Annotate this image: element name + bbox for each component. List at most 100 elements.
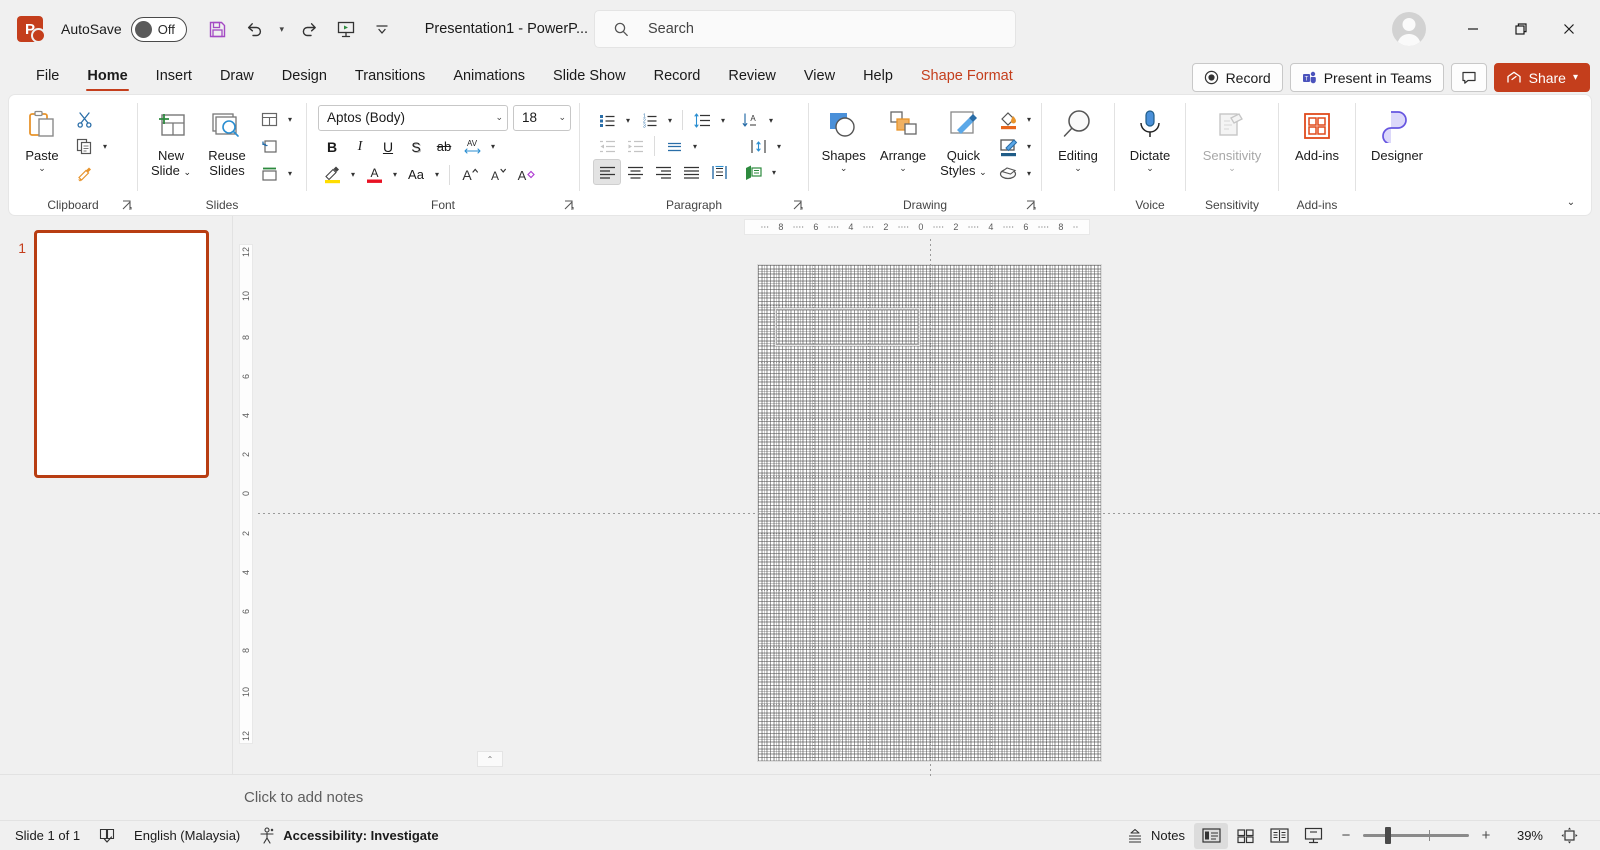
zoom-slider[interactable] (1363, 827, 1469, 844)
new-slide-button[interactable]: New Slide ⌄ (143, 99, 199, 193)
columns-button[interactable] (705, 159, 733, 185)
shape-effects-chevron-down-icon[interactable]: ▾ (1022, 160, 1036, 186)
tab-insert[interactable]: Insert (142, 58, 206, 94)
notes-pane[interactable]: Click to add notes (0, 774, 1600, 820)
language-indicator[interactable]: English (Malaysia) (125, 823, 249, 849)
tab-home[interactable]: Home (73, 58, 141, 94)
tab-design[interactable]: Design (268, 58, 341, 94)
slide-canvas[interactable] (258, 239, 1600, 777)
tab-slide-show[interactable]: Slide Show (539, 58, 640, 94)
copy-chevron-down-icon[interactable]: ▾ (98, 133, 112, 159)
editing-button[interactable]: Editing ⌄ (1047, 99, 1109, 193)
present-in-teams-button[interactable]: T Present in Teams (1289, 63, 1444, 92)
undo-button[interactable] (237, 12, 271, 46)
horizontal-ruler[interactable]: ⋅⋅⋅ 8 ⋅⋅⋅⋅ 6 ⋅⋅⋅⋅ 4 ⋅⋅⋅⋅ 2 ⋅⋅⋅⋅ 0 ⋅⋅⋅⋅ 2… (743, 219, 1090, 235)
paste-chevron-down-icon[interactable]: ⌄ (38, 163, 46, 173)
section-chevron-down-icon[interactable]: ▾ (283, 160, 297, 186)
decrease-indent-button[interactable] (593, 133, 621, 159)
sensitivity-chevron-down-icon[interactable]: ⌄ (1228, 163, 1236, 173)
copy-button[interactable] (70, 133, 98, 159)
reading-view-button[interactable] (1262, 823, 1296, 849)
notes-toggle-button[interactable]: Notes (1117, 823, 1194, 849)
save-button[interactable] (201, 12, 235, 46)
spell-check-button[interactable] (89, 823, 125, 849)
slide-indicator[interactable]: Slide 1 of 1 (6, 823, 89, 849)
guide-vertical[interactable] (929, 239, 931, 777)
section-button[interactable] (255, 160, 283, 186)
ribbon-collapse-chevron-down-icon[interactable]: ⌄ (1559, 191, 1583, 213)
dictate-chevron-down-icon[interactable]: ⌄ (1146, 163, 1154, 173)
font-size-input[interactable]: 18 ⌄ (513, 104, 571, 131)
sensitivity-button[interactable]: Sensitivity ⌄ (1191, 99, 1273, 193)
reuse-slides-button[interactable]: Reuse Slides (199, 99, 255, 193)
text-direction-button[interactable]: A (736, 107, 764, 133)
reset-slide-button[interactable] (255, 133, 283, 159)
normal-view-button[interactable] (1194, 822, 1228, 849)
shape-fill-button[interactable] (994, 106, 1022, 132)
tab-view[interactable]: View (790, 58, 849, 94)
bold-button[interactable]: B (318, 134, 346, 160)
vertical-ruler[interactable]: 12 10 8 6 4 2 0 2 4 6 8 10 12 (239, 244, 253, 744)
zoom-out-button[interactable]: − (1338, 827, 1354, 844)
layout-chevron-down-icon[interactable]: ▾ (283, 106, 297, 132)
clipboard-dialog-launcher[interactable] (120, 198, 134, 212)
font-name-chevron-down-icon[interactable]: ⌄ (495, 112, 503, 123)
designer-button[interactable]: Designer (1361, 99, 1433, 193)
undo-dropdown-chevron-down-icon[interactable]: ▾ (273, 12, 291, 46)
arrange-button[interactable]: Arrange ⌄ (873, 99, 932, 193)
increase-indent-button[interactable] (621, 133, 649, 159)
character-spacing-button[interactable]: AV (458, 134, 486, 160)
line-spacing-chevron-down-icon[interactable]: ▾ (716, 107, 730, 133)
clear-formatting-button[interactable]: A (511, 162, 539, 188)
format-painter-button[interactable] (70, 160, 98, 186)
add-ins-button[interactable]: Add-ins (1284, 99, 1350, 193)
avatar[interactable] (1392, 12, 1426, 46)
bullets-button[interactable] (593, 107, 621, 133)
accessibility-status[interactable]: Accessibility: Investigate (249, 823, 447, 849)
align-text-chevron-down-icon[interactable]: ▾ (772, 133, 786, 159)
restore-button[interactable] (1498, 9, 1544, 49)
text-shadow-button[interactable]: S (402, 134, 430, 160)
zoom-in-button[interactable]: + (1478, 827, 1494, 844)
font-name-input[interactable]: Aptos (Body) ⌄ (318, 104, 508, 131)
tab-transitions[interactable]: Transitions (341, 58, 439, 94)
start-presentation-button[interactable] (329, 12, 363, 46)
tab-shape-format[interactable]: Shape Format (907, 58, 1027, 94)
dictate-button[interactable]: Dictate ⌄ (1120, 99, 1180, 193)
quick-styles-button[interactable]: Quick Styles ⌄ (933, 99, 994, 193)
slide-layout-button[interactable] (255, 106, 283, 132)
strikethrough-button[interactable]: ab (430, 134, 458, 160)
line-spacing-button[interactable] (688, 107, 716, 133)
increase-font-size-button[interactable]: A (455, 162, 483, 188)
tab-draw[interactable]: Draw (206, 58, 268, 94)
slide-sorter-view-button[interactable] (1228, 823, 1262, 849)
guide-horizontal[interactable] (258, 513, 1600, 514)
change-case-chevron-down-icon[interactable]: ▾ (430, 162, 444, 188)
align-left-button[interactable] (593, 159, 621, 185)
close-button[interactable] (1546, 9, 1592, 49)
share-button[interactable]: Share ▾ (1493, 63, 1590, 92)
share-chevron-down-icon[interactable]: ▾ (1573, 72, 1578, 83)
tab-animations[interactable]: Animations (439, 58, 539, 94)
justify-button[interactable] (677, 159, 705, 185)
numbering-button[interactable]: 123 (635, 107, 663, 133)
convert-to-smartart-button[interactable] (739, 159, 767, 185)
paragraph-dialog-launcher[interactable] (791, 198, 805, 212)
paste-button[interactable]: Paste ⌄ (14, 99, 70, 193)
zoom-slider-thumb[interactable] (1385, 827, 1391, 844)
font-size-chevron-down-icon[interactable]: ⌄ (558, 112, 566, 123)
fit-to-window-button[interactable] (1552, 823, 1586, 849)
numbering-chevron-down-icon[interactable]: ▾ (663, 107, 677, 133)
shape-outline-button[interactable] (994, 133, 1022, 159)
character-spacing-chevron-down-icon[interactable]: ▾ (486, 134, 500, 160)
text-highlight-color-button[interactable] (318, 162, 346, 188)
font-color-button[interactable]: A (360, 162, 388, 188)
shape-fill-chevron-down-icon[interactable]: ▾ (1022, 106, 1036, 132)
bullets-chevron-down-icon[interactable]: ▾ (621, 107, 635, 133)
font-color-chevron-down-icon[interactable]: ▾ (388, 162, 402, 188)
drawing-dialog-launcher[interactable] (1024, 198, 1038, 212)
font-dialog-launcher[interactable] (562, 198, 576, 212)
slide-show-button[interactable] (1296, 823, 1330, 849)
tab-help[interactable]: Help (849, 58, 907, 94)
record-button[interactable]: Record (1191, 63, 1283, 92)
